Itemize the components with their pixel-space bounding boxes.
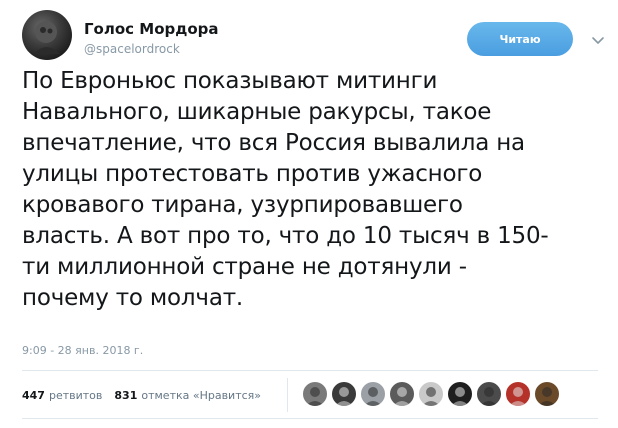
liker-avatar-7[interactable] — [476, 381, 502, 407]
liker-avatar-3[interactable] — [360, 381, 386, 407]
tweet-card: Голос Мордора @spacelordrock Читаю По Ев… — [0, 0, 618, 428]
retweets-label[interactable]: ретвитов — [49, 389, 102, 402]
liker-avatar-8[interactable] — [505, 381, 531, 407]
tweet-text: По Евроньюс показывают митинги Навальног… — [22, 68, 549, 311]
author-handle[interactable]: @spacelordrock — [84, 42, 180, 56]
likes-label[interactable]: отметка «Нравится» — [141, 389, 261, 402]
tweet-timestamp[interactable]: 9:09 - 28 янв. 2018 г. — [22, 344, 143, 357]
liker-avatar-2[interactable] — [331, 381, 357, 407]
author-display-name[interactable]: Голос Мордора — [84, 20, 219, 38]
following-button[interactable]: Читаю — [467, 22, 573, 56]
liker-avatar-4[interactable] — [389, 381, 415, 407]
liker-avatar-9[interactable] — [534, 381, 560, 407]
liker-avatar-5[interactable] — [418, 381, 444, 407]
chevron-down-icon[interactable] — [591, 32, 605, 44]
likers-avatars — [302, 381, 563, 409]
stats-divider-top — [22, 370, 598, 371]
retweets-count[interactable]: 447 — [22, 389, 45, 402]
liker-avatar-6[interactable] — [447, 381, 473, 407]
tweet-stats: 447 ретвитов 831 отметка «Нравится» — [22, 380, 273, 410]
liker-avatar-1[interactable] — [302, 381, 328, 407]
likes-count[interactable]: 831 — [114, 389, 137, 402]
tweet-header: Голос Мордора @spacelordrock Читаю — [22, 10, 604, 62]
stats-separator — [287, 378, 288, 412]
author-avatar[interactable] — [22, 10, 72, 60]
stats-divider-bottom — [22, 418, 598, 419]
